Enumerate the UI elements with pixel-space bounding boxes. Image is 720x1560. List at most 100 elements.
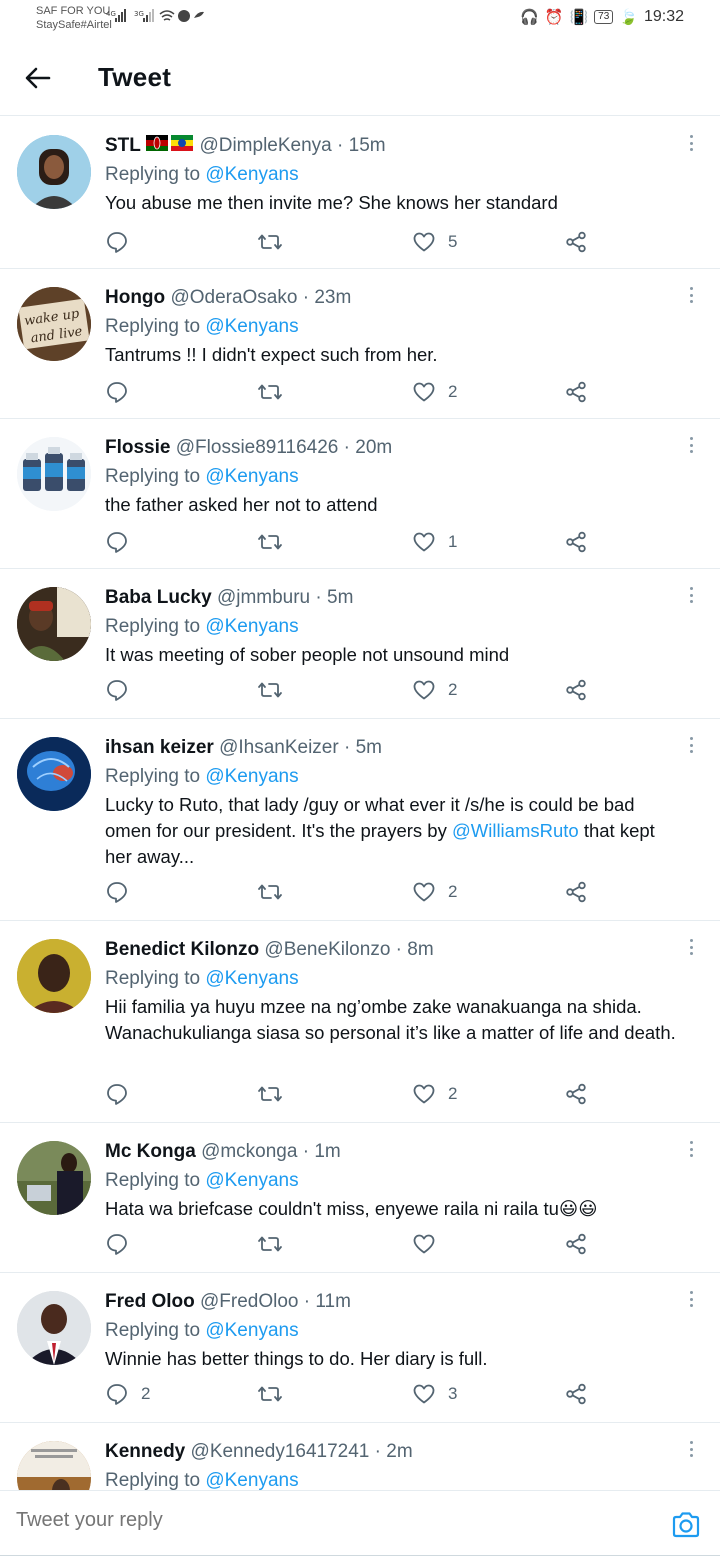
share-button[interactable] bbox=[564, 227, 588, 257]
author-name[interactable]: Mc Konga bbox=[105, 1141, 196, 1162]
more-options-icon[interactable] bbox=[682, 1289, 700, 1309]
like-button[interactable]: 5 bbox=[412, 227, 457, 257]
share-button[interactable] bbox=[564, 377, 588, 407]
tweet-time: · 5m bbox=[315, 587, 354, 608]
share-button[interactable] bbox=[564, 527, 588, 557]
share-button[interactable] bbox=[564, 1229, 588, 1259]
reply-button[interactable] bbox=[105, 675, 141, 705]
retweet-button[interactable] bbox=[257, 675, 283, 705]
tweet-time: · 15m bbox=[337, 135, 386, 157]
tweet[interactable]: Mc Konga @mckonga · 1m Replying to @Keny… bbox=[0, 1123, 720, 1273]
like-button[interactable]: 1 bbox=[412, 527, 457, 557]
tweet-text: You abuse me then invite me? She knows h… bbox=[105, 192, 558, 214]
reply-button[interactable] bbox=[105, 227, 141, 257]
tweet[interactable]: Kennedy @Kennedy16417241 · 2m Replying t… bbox=[0, 1423, 720, 1490]
retweet-button[interactable] bbox=[257, 1079, 283, 1109]
author-handle[interactable]: @OderaOsako bbox=[170, 287, 297, 308]
replying-to: Replying to @Kenyans bbox=[105, 1316, 680, 1346]
retweet-button[interactable] bbox=[257, 1379, 283, 1409]
reply-button[interactable] bbox=[105, 377, 141, 407]
retweet-button[interactable] bbox=[257, 227, 283, 257]
author-name[interactable]: ihsan keizer bbox=[105, 737, 214, 758]
share-button[interactable] bbox=[564, 675, 588, 705]
author-handle[interactable]: @Kennedy16417241 bbox=[191, 1441, 370, 1462]
mention-link[interactable]: @WilliamsRuto bbox=[452, 820, 579, 841]
replying-to-link[interactable]: @Kenyans bbox=[205, 968, 298, 989]
more-options-icon[interactable] bbox=[682, 133, 700, 153]
replying-to-link[interactable]: @Kenyans bbox=[205, 164, 298, 185]
author-handle[interactable]: @mckonga bbox=[201, 1141, 297, 1162]
author-handle[interactable]: @jmmburu bbox=[217, 587, 310, 608]
replying-to-link[interactable]: @Kenyans bbox=[205, 466, 298, 487]
retweet-button[interactable] bbox=[257, 527, 283, 557]
author-name[interactable]: Fred Oloo bbox=[105, 1291, 195, 1312]
avatar[interactable] bbox=[17, 939, 91, 1013]
like-button[interactable]: 2 bbox=[412, 675, 457, 705]
more-options-icon[interactable] bbox=[682, 1439, 700, 1459]
reply-input[interactable] bbox=[16, 1509, 616, 1532]
like-button[interactable]: 3 bbox=[412, 1379, 457, 1409]
more-options-icon[interactable] bbox=[682, 1139, 700, 1159]
replying-to-label: Replying to bbox=[105, 616, 201, 637]
reply-feed: STL @DimpleKenya · 15m Replying to @Keny… bbox=[0, 117, 720, 1490]
author-name[interactable]: STL bbox=[105, 135, 141, 156]
replying-to-link[interactable]: @Kenyans bbox=[205, 316, 298, 337]
avatar[interactable] bbox=[17, 1291, 91, 1365]
tweet[interactable]: Baba Lucky @jmmburu · 5m Replying to @Ke… bbox=[0, 569, 720, 719]
like-button[interactable] bbox=[412, 1229, 448, 1259]
avatar[interactable] bbox=[17, 437, 91, 511]
more-options-icon[interactable] bbox=[682, 735, 700, 755]
author-name[interactable]: Hongo bbox=[105, 287, 165, 308]
share-button[interactable] bbox=[564, 1079, 588, 1109]
back-arrow-icon[interactable] bbox=[20, 60, 56, 96]
tweet[interactable]: Fred Oloo @FredOloo · 11m Replying to @K… bbox=[0, 1273, 720, 1423]
retweet-button[interactable] bbox=[257, 377, 283, 407]
replying-to-link[interactable]: @Kenyans bbox=[205, 1470, 298, 1490]
reply-button[interactable] bbox=[105, 1079, 141, 1109]
avatar[interactable] bbox=[17, 587, 91, 661]
author-handle[interactable]: @DimpleKenya bbox=[199, 135, 331, 156]
more-options-icon[interactable] bbox=[682, 435, 700, 455]
avatar[interactable] bbox=[17, 1441, 91, 1490]
tweet[interactable]: Benedict Kilonzo @BeneKilonzo · 8m Reply… bbox=[0, 921, 720, 1123]
tweet[interactable]: wake up and live Hongo @OderaOsako · 23m … bbox=[0, 269, 720, 419]
tweet[interactable]: Flossie @Flossie89116426 · 20m Replying … bbox=[0, 419, 720, 569]
tweet-time: · 11m bbox=[303, 1291, 351, 1312]
avatar[interactable] bbox=[17, 135, 91, 209]
reply-button[interactable] bbox=[105, 1229, 141, 1259]
replying-to-link[interactable]: @Kenyans bbox=[205, 616, 298, 637]
retweet-button[interactable] bbox=[257, 1229, 283, 1259]
replying-to-link[interactable]: @Kenyans bbox=[205, 1320, 298, 1341]
avatar[interactable]: wake up and live bbox=[17, 287, 91, 361]
author-handle[interactable]: @FredOloo bbox=[200, 1291, 299, 1312]
camera-icon[interactable] bbox=[670, 1509, 702, 1541]
reply-icon bbox=[107, 1234, 127, 1255]
reply-button[interactable]: 2 bbox=[105, 1379, 150, 1409]
replying-to-link[interactable]: @Kenyans bbox=[205, 1170, 298, 1191]
avatar[interactable] bbox=[17, 1141, 91, 1215]
tweet[interactable]: ihsan keizer @IhsanKeizer · 5m Replying … bbox=[0, 719, 720, 921]
author-handle[interactable]: @BeneKilonzo bbox=[264, 939, 390, 960]
author-name[interactable]: Kennedy bbox=[105, 1441, 185, 1462]
like-button[interactable]: 2 bbox=[412, 1079, 457, 1109]
more-options-icon[interactable] bbox=[682, 585, 700, 605]
like-button[interactable]: 2 bbox=[412, 377, 457, 407]
reply-button[interactable] bbox=[105, 527, 141, 557]
more-options-icon[interactable] bbox=[682, 937, 700, 957]
share-button[interactable] bbox=[564, 877, 588, 907]
author-handle[interactable]: @Flossie89116426 bbox=[176, 437, 339, 458]
author-name[interactable]: Flossie bbox=[105, 437, 170, 458]
author-name[interactable]: Baba Lucky bbox=[105, 587, 212, 608]
reply-button[interactable] bbox=[105, 877, 141, 907]
author-handle[interactable]: @IhsanKeizer bbox=[219, 737, 339, 758]
replying-to-link[interactable]: @Kenyans bbox=[205, 766, 298, 787]
more-options-icon[interactable] bbox=[682, 285, 700, 305]
tweet-content: Benedict Kilonzo @BeneKilonzo · 8m Reply… bbox=[105, 936, 680, 1046]
share-icon bbox=[566, 1083, 586, 1105]
tweet[interactable]: STL @DimpleKenya · 15m Replying to @Keny… bbox=[0, 117, 720, 269]
avatar[interactable] bbox=[17, 737, 91, 811]
like-button[interactable]: 2 bbox=[412, 877, 457, 907]
retweet-button[interactable] bbox=[257, 877, 283, 907]
author-name[interactable]: Benedict Kilonzo bbox=[105, 939, 259, 960]
share-button[interactable] bbox=[564, 1379, 588, 1409]
